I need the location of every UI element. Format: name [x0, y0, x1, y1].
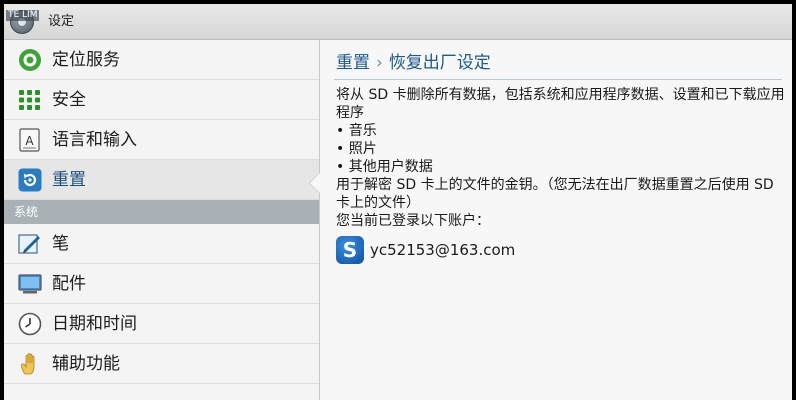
breadcrumb-separator: › [376, 53, 383, 73]
sidebar-item-label: 重置 [52, 170, 86, 190]
location-icon [19, 49, 41, 71]
settings-window: TE LIM 设定 定位服务 安全 A 语言和输入 重置 系统 笔 配件 日期和… [4, 4, 792, 400]
sidebar-item-language-input[interactable]: A 语言和输入 [4, 120, 319, 160]
sidebar-item-accessibility[interactable]: 辅助功能 [4, 344, 319, 384]
sidebar-item-reset[interactable]: 重置 [4, 160, 319, 200]
section-header-system: 系统 [4, 200, 319, 224]
bullet-item: • 音乐 [336, 123, 377, 139]
pen-icon [18, 234, 40, 254]
status-overlay: TE LIM [6, 10, 40, 21]
breadcrumb-parent[interactable]: 重置 [336, 53, 370, 73]
hand-accessibility-icon [21, 353, 35, 375]
sidebar-item-security[interactable]: 安全 [4, 80, 319, 120]
sidebar-item-date-time[interactable]: 日期和时间 [4, 304, 319, 344]
sidebar-item-pen[interactable]: 笔 [4, 224, 319, 264]
bullet-item: • 照片 [336, 141, 377, 157]
monitor-accessory-icon [18, 274, 42, 294]
reset-icon [18, 168, 42, 192]
breadcrumb-current: 恢复出厂设定 [388, 53, 491, 73]
header-divider [334, 79, 782, 80]
sidebar-item-label: 安全 [52, 90, 86, 110]
account-name: yc52153@163.com [370, 241, 516, 259]
intro-text: 将从 SD 卡删除所有数据，包括系统和应用程序数据、设置和已下载应用程序 [336, 87, 785, 121]
account-icon-letter: S [342, 238, 358, 262]
sidebar-item-label: 语言和输入 [52, 130, 137, 150]
settings-sidebar: 定位服务 安全 A 语言和输入 重置 系统 笔 配件 日期和时间 辅助功能 [4, 40, 320, 400]
accounts-label: 您当前已登录以下账户： [336, 213, 490, 229]
sidebar-item-accessories[interactable]: 配件 [4, 264, 319, 304]
section-header-label: 系统 [14, 205, 39, 219]
clock-icon [18, 312, 42, 336]
reset-content-panel: 重置 › 恢复出厂设定 将从 SD 卡删除所有数据，包括系统和应用程序数据、设置和已… [320, 40, 792, 400]
sidebar-item-location[interactable]: 定位服务 [4, 40, 319, 80]
sidebar-item-label: 笔 [52, 234, 69, 254]
account-app-icon: S [336, 236, 364, 264]
sidebar-item-label: 日期和时间 [52, 314, 137, 334]
bullet-item: • 其他用户数据 [336, 159, 433, 175]
app-title: 设定 [48, 14, 75, 29]
svg-text:A: A [25, 134, 34, 148]
breadcrumb: 重置 › 恢复出厂设定 [336, 52, 491, 74]
language-keyboard-icon: A [19, 128, 40, 152]
sidebar-item-label: 配件 [52, 274, 86, 294]
reset-description: 将从 SD 卡删除所有数据，包括系统和应用程序数据、设置和已下载应用程序 • 音… [336, 86, 786, 230]
note-text: 用于解密 SD 卡上的文件的金钥。（您无法在出厂数据重置之后使用 SD 卡上的文… [336, 177, 774, 211]
keypad-security-icon [19, 90, 40, 110]
sidebar-item-label: 辅助功能 [52, 354, 120, 374]
title-bar: TE LIM 设定 [4, 4, 792, 40]
sidebar-item-label: 定位服务 [52, 50, 120, 70]
